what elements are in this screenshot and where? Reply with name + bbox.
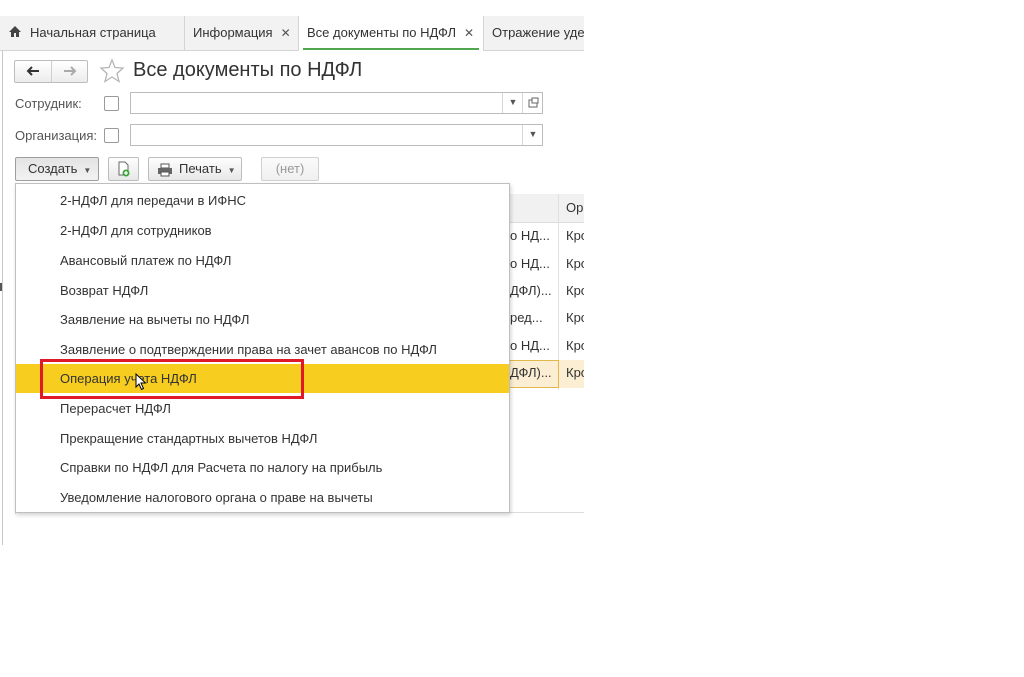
home-icon <box>8 17 22 50</box>
organization-filter-checkbox[interactable] <box>104 128 119 143</box>
tab-label: Начальная страница <box>30 25 156 40</box>
back-button[interactable] <box>15 61 52 82</box>
menu-item[interactable]: 2-НДФЛ для передачи в ИФНС <box>16 186 509 215</box>
app-window: Начальная страница Информация ✕ Все докум… <box>0 0 584 545</box>
menu-item[interactable]: Справки по НДФЛ для Расчета по налогу на… <box>16 453 509 482</box>
add-document-button[interactable] <box>108 157 139 181</box>
mouse-pointer-icon <box>135 372 147 394</box>
grid-header-cell: Ор <box>566 200 584 215</box>
printer-icon <box>158 163 172 177</box>
menu-item[interactable]: Авансовый платеж по НДФЛ <box>16 246 509 275</box>
grid-cell[interactable]: Кро <box>566 250 584 278</box>
grid-cell[interactable]: Кро <box>566 304 584 332</box>
document-add-icon <box>118 161 130 177</box>
window-border <box>2 16 3 545</box>
favorite-star-icon[interactable] <box>99 58 125 86</box>
menu-item[interactable]: Заявление на вычеты по НДФЛ <box>16 305 509 334</box>
close-icon[interactable]: ✕ <box>464 26 474 40</box>
none-label: (нет) <box>275 161 305 176</box>
page-title: Все документы по НДФЛ <box>133 59 363 81</box>
tab-label: Информация <box>193 25 273 40</box>
grid-cell[interactable]: ДФЛ)... <box>510 359 558 387</box>
grid-cell[interactable]: Кро <box>566 222 584 250</box>
grid-cell[interactable]: ДФЛ)... <box>510 277 558 305</box>
grid-cell[interactable]: о НД... <box>510 332 558 360</box>
grid-cell[interactable]: Кро <box>566 359 584 387</box>
tab-label: Все документы по НДФЛ <box>307 25 457 40</box>
tab-bar: Начальная страница Информация ✕ Все докум… <box>0 16 584 51</box>
none-button[interactable]: (нет) <box>261 157 319 181</box>
print-button[interactable]: Печать ▼ <box>148 157 242 181</box>
tab-home[interactable]: Начальная страница <box>0 16 185 50</box>
grid-cell[interactable]: ред... <box>510 304 558 332</box>
edge-marker <box>0 283 2 291</box>
navigation-buttons <box>14 60 88 83</box>
close-icon[interactable]: ✕ <box>281 26 291 40</box>
employee-label: Сотрудник: <box>15 96 82 111</box>
menu-item[interactable]: Возврат НДФЛ <box>16 276 509 305</box>
menu-item[interactable]: Уведомление налогового органа о праве на… <box>16 483 509 512</box>
grid-cell[interactable]: о НД... <box>510 250 558 278</box>
create-button[interactable]: Создать ▼ <box>15 157 99 181</box>
create-label: Создать <box>28 161 78 176</box>
organization-field[interactable]: ▼ <box>130 124 543 146</box>
print-label: Печать <box>179 161 222 176</box>
employee-field[interactable]: ▼ <box>130 92 543 114</box>
arrow-right-icon <box>64 66 77 76</box>
create-dropdown-menu: 2-НДФЛ для передачи в ИФНС 2-НДФЛ для со… <box>15 183 510 513</box>
arrow-left-icon <box>26 66 39 76</box>
open-icon[interactable] <box>522 93 543 113</box>
chevron-down-icon: ▼ <box>227 166 236 175</box>
menu-item[interactable]: Прекращение стандартных вычетов НДФЛ <box>16 424 509 453</box>
grid-cell[interactable]: о НД... <box>510 222 558 250</box>
grid-cell[interactable]: Кро <box>566 277 584 305</box>
tab-info[interactable]: Информация ✕ <box>185 16 299 50</box>
organization-label: Организация: <box>15 128 98 143</box>
tab-reflection[interactable]: Отражение уде <box>484 16 584 50</box>
forward-button[interactable] <box>52 61 88 82</box>
tab-all-ndfl-documents[interactable]: Все документы по НДФЛ ✕ <box>299 16 484 51</box>
grid-cell[interactable]: Кро <box>566 332 584 360</box>
chevron-down-icon[interactable]: ▼ <box>502 93 523 113</box>
chevron-down-icon: ▼ <box>83 166 92 175</box>
menu-item[interactable]: 2-НДФЛ для сотрудников <box>16 216 509 245</box>
employee-filter-checkbox[interactable] <box>104 96 119 111</box>
chevron-down-icon[interactable]: ▼ <box>522 125 543 145</box>
annotation-highlight-box <box>40 359 304 399</box>
tab-label: Отражение уде <box>492 25 584 40</box>
